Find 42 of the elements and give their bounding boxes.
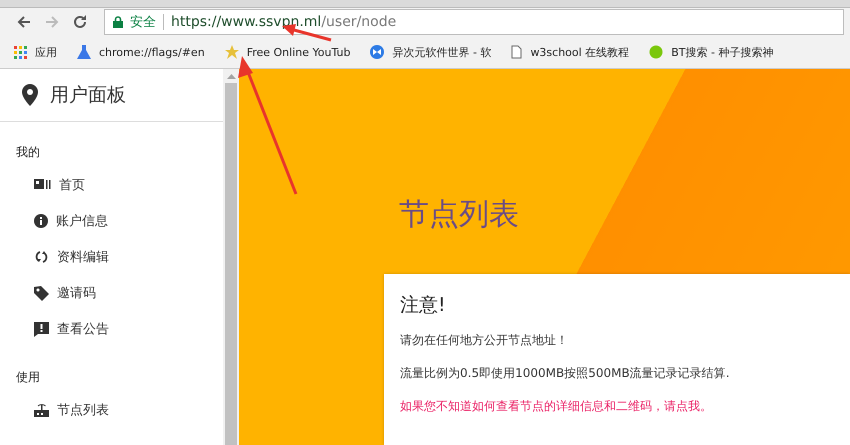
help-link[interactable]: 如果您不知道如何查看节点的详细信息和二维码，请点我。 [400,398,834,415]
sidebar-item[interactable]: 查看公告 [0,311,223,347]
scrollbar-thumb[interactable] [225,83,237,445]
alert-message-icon [34,322,49,336]
section-label: 我的 [15,144,41,161]
notice-text: 流量比例为0.5即使用1000MB按照500MB流量记录记录结算. [400,365,731,382]
security-label: 安全 [130,14,156,31]
sidebar-item[interactable]: 节点列表 [0,392,223,428]
lock-icon [113,16,123,28]
star-icon [224,45,239,59]
notice-text: 请勿在任何地方公开节点地址！ [400,332,569,349]
bowtie-icon [370,45,384,59]
sidebar-title: 用户面板 [50,83,126,108]
bookmark-item[interactable]: 异次元软件世界 - 软 [370,44,492,60]
sync-icon [34,250,49,264]
forward-icon[interactable] [44,14,60,30]
section-label: 使用 [15,369,41,386]
bookmark-item[interactable]: w3school 在线教程 [511,44,630,60]
flask-icon [77,45,91,59]
sidebar-item[interactable]: 账户信息 [0,203,223,239]
ball-icon [649,45,664,59]
back-icon[interactable] [16,14,32,30]
document-icon [511,45,522,59]
sidebar-item[interactable]: 资料编辑 [0,239,223,275]
url-text: https://www.ssvpn.ml/user/node [171,14,396,30]
reload-icon[interactable] [72,14,88,30]
router-icon [34,402,49,418]
bookmark-item[interactable]: BT搜索 - 种子搜索神 [649,44,774,60]
sidebar-item[interactable]: 邀请码 [0,275,223,311]
bookmark-item[interactable]: 应用 [14,44,57,60]
map-pin-icon [22,84,38,106]
sidebar-item[interactable]: 首页 [0,167,223,203]
apps-grid-icon [14,46,27,58]
bookmark-item[interactable]: chrome://flags/#en [77,45,205,59]
scroll-up-icon[interactable] [226,74,236,79]
address-bar[interactable]: 安全 https://www.ssvpn.ml/user/node [104,9,844,35]
scrollbar[interactable] [223,69,239,445]
tag-icon [34,286,49,300]
notice-title: 注意! [400,293,447,318]
info-icon [34,214,48,228]
page-heading: 节点列表 [399,196,519,234]
bookmark-item[interactable]: Free Online YouTub [224,45,350,59]
